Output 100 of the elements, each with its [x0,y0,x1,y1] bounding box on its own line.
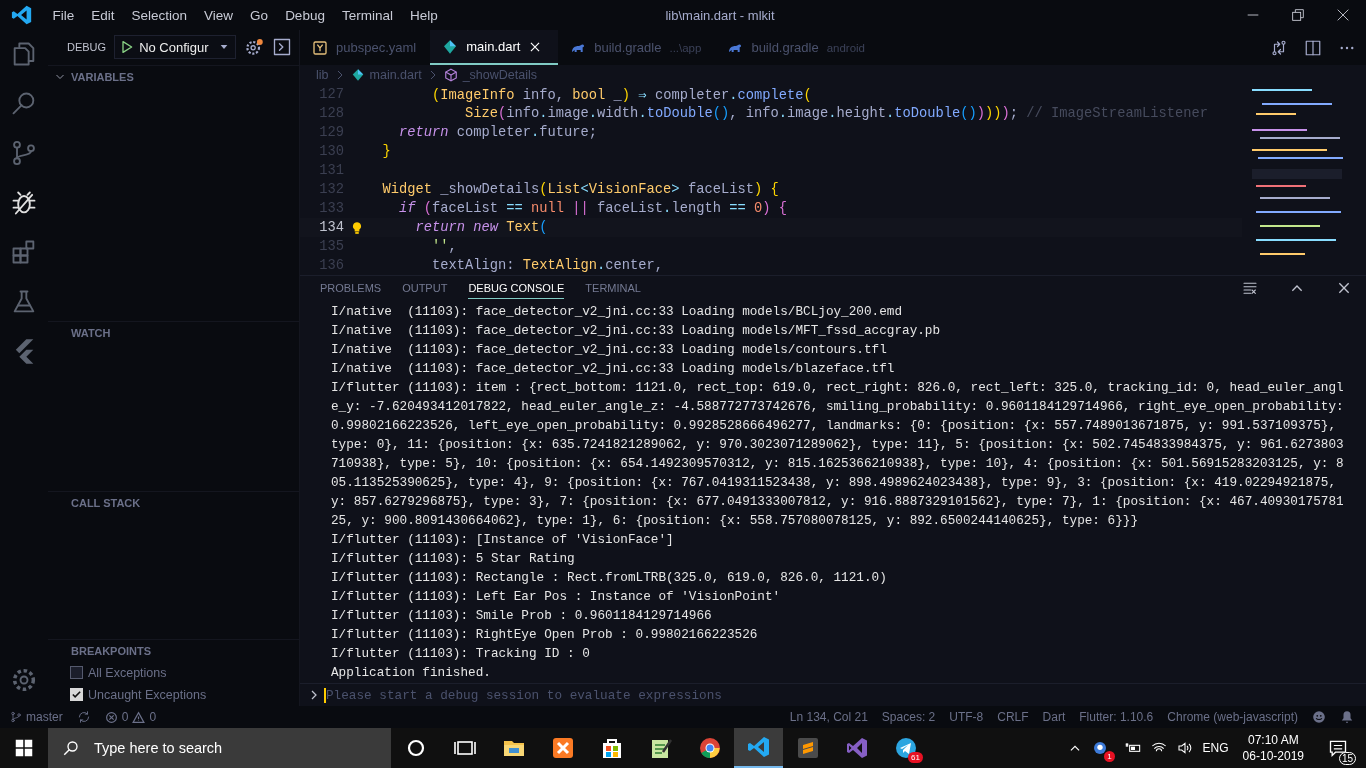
breakpoint-label: All Exceptions [88,666,167,680]
volume-icon[interactable] [1176,740,1193,756]
console-line: I/native (11103): face_detector_v2_jni.cc:33 Loading models/blazeface.tfl [331,360,896,378]
editor-tab[interactable]: build.gradle ...\app [558,30,716,65]
language-indicator[interactable]: ENG [1202,741,1229,755]
compare-changes-icon[interactable] [1270,38,1288,57]
code-logo-icon [746,735,771,759]
windows-logo-icon[interactable] [15,739,33,757]
menu-item[interactable]: Go [241,7,277,23]
split-editor-icon[interactable] [1304,38,1322,57]
section-header[interactable]: WATCH [48,321,299,344]
branch-status[interactable]: master [10,710,63,724]
settings-icon[interactable] [244,37,265,58]
tab-path-hint: android [826,41,865,54]
status-item[interactable]: Dart [1042,710,1066,724]
chrome-logo-icon [697,736,722,760]
console-line: I/flutter (11103): RightEye Open Prob : 0.99802166223526 [331,626,759,644]
close-icon[interactable] [1335,7,1351,23]
status-item[interactable]: Chrome (web-javascript) [1167,710,1298,724]
panel-tab[interactable]: TERMINAL [585,277,641,299]
close-icon[interactable] [1336,280,1352,296]
taskbar-app[interactable]: 61 [881,728,930,768]
console-line: I/flutter (11103): Tracking ID : 0 [331,645,591,663]
section-header[interactable]: BREAKPOINTS [48,640,299,662]
search-field[interactable]: Type here to search [48,728,391,768]
breakpoint-label: Uncaught Exceptions [88,688,207,702]
menu-item[interactable]: File [44,7,83,23]
section-header[interactable]: VARIABLES [48,65,299,88]
window-title: lib\main.dart - mlkit [664,7,776,23]
panel-tab[interactable]: PROBLEMS [320,277,382,299]
console-line: I/native (11103): face_detector_v2_jni.cc:33 Loading models/BCLjoy_200.emd [331,303,904,321]
editor-tab[interactable]: pubspec.yaml [300,30,431,65]
expression-input[interactable]: Please start a debug session to evaluate expressions [324,687,1366,703]
console-icon[interactable] [272,37,293,58]
console-line: I/flutter (11103): Rectangle : Rect.fromLTRB(325.0, 619.0, 826.0, 1121.0) [331,569,888,587]
branch-icon [10,711,22,723]
console-line: Application finished. [331,664,492,682]
console-line: I/native (11103): face_detector_v2_jni.cc:33 Loading models/MFT_fssd_accgray.pb [331,322,942,340]
section-header[interactable]: CALL STACK [48,492,299,515]
status-item[interactable]: Ln 134, Col 21 [789,710,868,724]
sidebar-title: DEBUG [67,41,107,54]
paper-plane-icon [893,736,918,760]
console-line: I/flutter (11103): Smile Prob : 0.9601184129714966 [331,607,713,625]
console-line: I/flutter (11103): [Instance of 'VisionFace'] [331,531,675,549]
check-icon [71,689,82,701]
diamond-icon [350,68,365,82]
console-line: I/flutter (11103): Left Ear Pos : Instance of 'VisionPoint' [331,588,782,606]
branch-icon[interactable] [10,139,38,167]
menu-item[interactable]: Terminal [333,7,402,23]
menu-item[interactable]: Edit [82,7,124,23]
editor-tab[interactable]: main.dart [430,30,559,65]
search-icon [62,739,80,757]
tray-app[interactable]: 1 [1091,740,1115,762]
file-icon [312,39,328,56]
configuration-dropdown[interactable]: No Configur [114,35,237,60]
menu-item[interactable]: Debug [276,7,334,23]
editor-tab[interactable]: build.gradle android [715,30,879,65]
breadcrumb[interactable]: lib [316,68,329,82]
diamond-icon [442,38,459,55]
warning-icon [132,710,146,724]
error-icon [104,710,118,724]
line-number: 134 [318,220,344,235]
restore-icon[interactable] [1290,7,1306,23]
console-line: I/native (11103): face_detector_v2_jni.cc:33 Loading models/contours.tfl [331,341,888,359]
code-line: textAlign: TextAlign.center, [431,258,664,273]
code-line: return new Text( [414,220,548,235]
code-line: if (faceList == null || faceList.length == 0) { [398,201,787,216]
panel-tab[interactable]: DEBUG CONSOLE [468,277,565,299]
infinity-logo-icon [844,736,869,760]
console-line: I/flutter (11103): item : {rect_bottom: 1121.0, rect_top: 619.0, rect_right: 826.0, rect_left: 325.0, tracking_id: 0, head_euler_angle_y: -7.620493412017822, head_euler_angle_z: -4.588772773742676, smiling_probability: 0.9601184129714966, right_eye_open_probability: 0.99802166223526, left_eye_open_probability: 0.9928528666496277, landmarks: {0: {position: {x: 557.7489013671875, y: 991.537109375}, type: 0}, 11: {position: {x: 635.7241821289062, y: 970.3023071289062}, type: 11}, 5: {position: {x: 502.7454833984375, y: 961.6273803710938}, type: 5}, 10: {position: {x: 654.1492309570312, y: 815.1625366210938}, type: 10}, 4: {position: {x: 501.56915283203125, y: 805.113525390625}, type: 4}, 9: {position: {x: 767.0419311523438, y: 898.4989624023438}, type: 9}, 3: {position: {x: 419.02294921875, y: 857.6279296875}, type: 3}, 7: {position: {x: 677.0491333007812, y: 916.8887329101562}, type: 7}, 1: {position: {x: 467.4093017578125, y: 900.8091430664062}, type: 1}, 6: {position: {x: 558.757080078125, y: 892.6500244140625}, type: 6}}} [331,379,1345,530]
status-item[interactable]: Spaces: 2 [881,710,936,724]
code-line: return completer.future; [398,125,598,140]
app-icon [1091,740,1108,756]
menu-item[interactable]: Selection [123,7,196,23]
code-line: (ImageInfo info, bool _) ⇒ completer.complete( [431,87,812,103]
checkbox[interactable] [70,666,83,680]
badge: 1 [1104,751,1115,762]
lightbulb-icon[interactable] [350,220,364,235]
tab-path-hint: ...\app [669,41,702,54]
code-line: Size(info.image.width.toDouble(), info.image.height.toDouble())))); // ImageStreamListener [464,106,1208,121]
badge: 61 [908,752,923,763]
breadcrumb[interactable]: _showDetails [462,68,537,82]
problems-status[interactable]: 0 0 [104,710,157,724]
xampp-logo-icon [550,736,575,760]
code-line: } [381,144,391,159]
menu-item[interactable]: Help [401,7,447,23]
status-item[interactable]: CRLF [997,710,1029,724]
cube-icon [443,68,458,82]
panel-tab[interactable]: OUTPUT [402,277,448,299]
status-item[interactable]: UTF-8 [949,710,984,724]
menu-item[interactable]: View [195,7,242,23]
sync-icon[interactable] [76,710,91,724]
clear-console-icon[interactable] [1242,280,1258,296]
notifications-button[interactable]: 15 [1328,738,1356,765]
breadcrumb[interactable]: main.dart [369,68,422,82]
clock[interactable]: 07:10 AM 06-10-2019 [1238,732,1308,764]
status-item[interactable]: Flutter: 1.10.6 [1079,710,1154,724]
bell-icon[interactable] [1340,710,1354,724]
smiley-icon[interactable] [1312,710,1326,724]
code-logo-icon [11,4,33,26]
